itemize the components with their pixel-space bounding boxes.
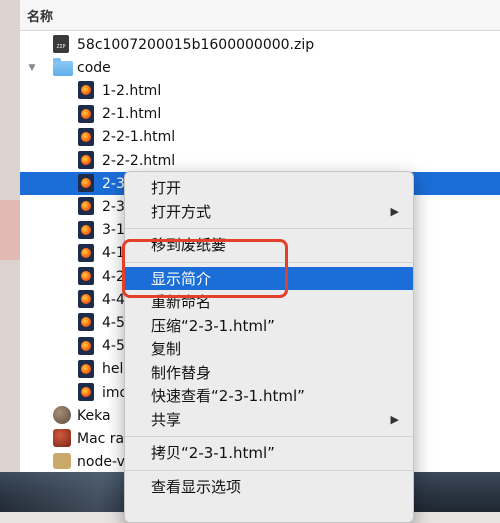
html-file-icon [78, 81, 94, 100]
menu-item[interactable]: 拷贝“2-3-1.html” [125, 441, 413, 464]
menu-item[interactable]: 共享 ▶ [125, 408, 413, 431]
file-name: 4-4 [102, 291, 125, 308]
folder-row[interactable]: ▼ code [20, 56, 500, 79]
file-name: node-v [77, 454, 125, 471]
zip-file-icon [53, 35, 69, 53]
submenu-arrow-icon: ▶ [390, 204, 399, 218]
package-icon [53, 452, 71, 469]
html-file-icon [78, 359, 94, 378]
menu-item[interactable]: 压缩“2-3-1.html” [125, 314, 413, 337]
menu-item-label: 查看显示选项 [151, 477, 242, 496]
menu-separator [125, 469, 413, 471]
desktop-background-left [0, 0, 20, 512]
column-header-name[interactable]: 名称 [20, 0, 500, 31]
context-menu: 打开 打开方式 ▶ 移到废纸篓 显示简介 重新命名 压缩“2-3-1.html” 复制 制作替身… [124, 171, 414, 523]
file-name: hel [102, 361, 124, 378]
menu-item[interactable]: 查看显示选项 [125, 475, 413, 498]
html-file-icon [78, 127, 94, 146]
file-name: 3-1 [102, 222, 125, 239]
html-file-icon [78, 313, 94, 332]
file-name: 2-3 [102, 175, 125, 192]
app-icon [53, 406, 71, 425]
html-file-icon [78, 104, 94, 123]
menu-item[interactable]: 快速查看“2-3-1.html” [125, 384, 413, 407]
menu-item-label: 压缩“2-3-1.html” [151, 316, 275, 335]
html-file-icon [78, 383, 94, 401]
menu-item-label: 制作替身 [151, 363, 212, 382]
menu-item-label: 复制 [151, 340, 182, 358]
menu-item-label: 打开 [151, 179, 182, 197]
file-name: 2-2-2.html [102, 152, 176, 169]
html-file-icon [78, 174, 94, 193]
file-name: code [77, 59, 111, 76]
file-name: Mac ra [77, 430, 125, 447]
desktop-accent [0, 200, 20, 260]
file-name: 4-5 [102, 314, 125, 331]
menu-item-label: 打开方式 [151, 202, 212, 221]
file-name: 2-2-1.html [102, 129, 176, 146]
submenu-arrow-icon: ▶ [390, 412, 399, 426]
disclosure-triangle-icon[interactable]: ▼ [26, 63, 38, 73]
file-row[interactable]: 1-2.html [20, 79, 500, 102]
file-name: Keka [77, 407, 111, 424]
app-icon [53, 429, 71, 448]
column-header-label: 名称 [27, 9, 54, 25]
html-file-icon [78, 267, 94, 285]
menu-item-label: 共享 [151, 410, 182, 429]
menu-separator [125, 436, 413, 437]
file-name: 58c1007200015b1600000000.zip [77, 36, 315, 53]
file-name: 4-5 [102, 338, 125, 355]
menu-item-label: 拷贝“2-3-1.html” [151, 444, 275, 462]
file-row[interactable]: 2-2-1.html [20, 126, 500, 149]
html-file-icon [78, 290, 94, 309]
html-file-icon [78, 243, 94, 262]
menu-item[interactable]: 复制 [125, 337, 413, 360]
folder-icon [53, 58, 73, 77]
menu-item-label: 快速查看“2-3-1.html” [151, 387, 305, 405]
html-file-icon [78, 336, 94, 355]
menu-item[interactable]: 打开 [125, 176, 413, 199]
html-file-icon [78, 197, 94, 216]
menu-separator [125, 228, 413, 229]
html-file-icon [78, 151, 94, 169]
file-row[interactable]: 2-2-2.html [20, 149, 500, 172]
file-name: 2-3 [102, 198, 125, 215]
annotation-highlight-box [122, 239, 288, 298]
menu-item[interactable]: 打开方式 ▶ [125, 200, 413, 223]
file-name: 1-2.html [102, 82, 162, 99]
file-row[interactable]: 58c1007200015b1600000000.zip [20, 33, 500, 56]
file-name: 2-1.html [102, 106, 162, 123]
file-row[interactable]: 2-1.html [20, 103, 500, 126]
html-file-icon [78, 220, 94, 239]
menu-item[interactable]: 制作替身 [125, 361, 413, 384]
